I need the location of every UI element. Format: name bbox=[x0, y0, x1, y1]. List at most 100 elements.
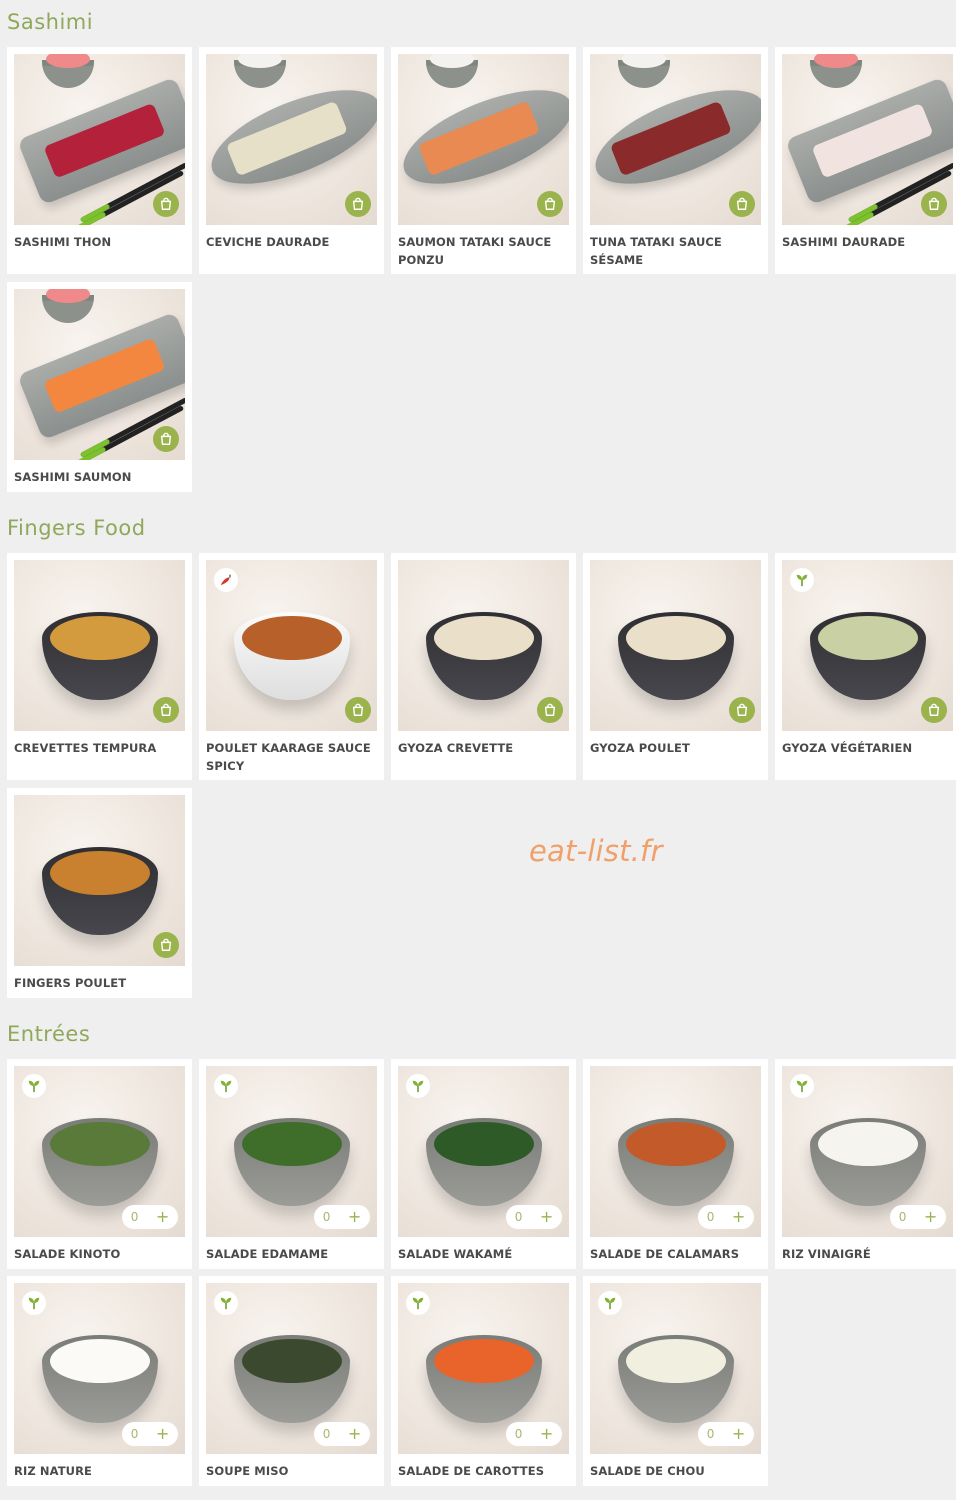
dish-photo[interactable]: 0 + bbox=[782, 1066, 953, 1237]
quantity-stepper[interactable]: 0 + bbox=[506, 1422, 562, 1446]
bag-icon[interactable] bbox=[729, 697, 755, 723]
quantity-value: 0 bbox=[322, 1210, 331, 1224]
menu-item-card[interactable]: SAUMON TATAKI SAUCE PONZU bbox=[391, 47, 576, 274]
dish-photo[interactable] bbox=[782, 560, 953, 731]
menu-item-card[interactable]: GYOZA POULET bbox=[583, 553, 768, 780]
menu-item-card[interactable]: 0 + SALADE WAKAMÉ bbox=[391, 1059, 576, 1269]
bag-icon[interactable] bbox=[537, 697, 563, 723]
leaf-icon bbox=[214, 1074, 238, 1098]
bowl-image bbox=[810, 612, 926, 700]
section-title: Fingers Food bbox=[7, 516, 146, 540]
leaf-icon bbox=[406, 1074, 430, 1098]
menu-item-card[interactable]: 0 + RIZ VINAIGRÉ bbox=[775, 1059, 956, 1269]
quantity-stepper[interactable]: 0 + bbox=[698, 1422, 754, 1446]
bowl-image bbox=[42, 847, 158, 935]
add-quantity-button[interactable]: + bbox=[540, 1426, 553, 1442]
add-quantity-button[interactable]: + bbox=[348, 1209, 361, 1225]
quantity-stepper[interactable]: 0 + bbox=[506, 1205, 562, 1229]
bowl-image bbox=[234, 1118, 350, 1206]
bowl-image bbox=[234, 612, 350, 700]
bag-icon[interactable] bbox=[729, 191, 755, 217]
bowl-image bbox=[810, 1118, 926, 1206]
bag-icon[interactable] bbox=[153, 191, 179, 217]
quantity-stepper[interactable]: 0 + bbox=[314, 1205, 370, 1229]
dish-photo[interactable] bbox=[14, 54, 185, 225]
dish-name: CEVICHE DAURADE bbox=[206, 235, 330, 249]
menu-item-card[interactable]: 0 + SALADE DE CHOU bbox=[583, 1276, 768, 1486]
quantity-stepper[interactable]: 0 + bbox=[890, 1205, 946, 1229]
dish-name: FINGERS POULET bbox=[14, 976, 127, 990]
menu-item-card[interactable]: GYOZA CREVETTE bbox=[391, 553, 576, 780]
dish-photo[interactable] bbox=[590, 560, 761, 731]
add-quantity-button[interactable]: + bbox=[732, 1426, 745, 1442]
leaf-icon bbox=[598, 1291, 622, 1315]
menu-item-card[interactable]: GYOZA VÉGÉTARIEN bbox=[775, 553, 956, 780]
menu-item-card[interactable]: SASHIMI DAURADE bbox=[775, 47, 956, 274]
dish-photo[interactable] bbox=[782, 54, 953, 225]
dish-photo[interactable]: 0 + bbox=[590, 1283, 761, 1454]
menu-item-card[interactable]: 0 + SALADE DE CALAMARS bbox=[583, 1059, 768, 1269]
dish-photo[interactable]: 0 + bbox=[206, 1066, 377, 1237]
menu-item-card[interactable]: CEVICHE DAURADE bbox=[199, 47, 384, 274]
dish-photo[interactable] bbox=[206, 54, 377, 225]
dish-photo[interactable]: 0 + bbox=[14, 1066, 185, 1237]
food-image bbox=[50, 1122, 150, 1166]
leaf-icon bbox=[406, 1291, 430, 1315]
bowl-image bbox=[42, 1118, 158, 1206]
dish-photo[interactable] bbox=[14, 795, 185, 966]
add-quantity-button[interactable]: + bbox=[540, 1209, 553, 1225]
rice-bowl-image bbox=[234, 54, 286, 88]
menu-item-card[interactable]: 0 + RIZ NATURE bbox=[7, 1276, 192, 1486]
add-quantity-button[interactable]: + bbox=[732, 1209, 745, 1225]
quantity-stepper[interactable]: 0 + bbox=[122, 1422, 178, 1446]
dish-photo[interactable]: 0 + bbox=[14, 1283, 185, 1454]
dish-photo[interactable] bbox=[14, 289, 185, 460]
menu-item-card[interactable]: CREVETTES TEMPURA bbox=[7, 553, 192, 780]
bag-icon[interactable] bbox=[153, 426, 179, 452]
bag-icon[interactable] bbox=[153, 697, 179, 723]
menu-item-card[interactable]: 0 + SALADE KINOTO bbox=[7, 1059, 192, 1269]
quantity-value: 0 bbox=[514, 1210, 523, 1224]
dish-photo[interactable]: 0 + bbox=[206, 1283, 377, 1454]
dish-name: GYOZA POULET bbox=[590, 741, 690, 755]
dish-photo[interactable]: 0 + bbox=[590, 1066, 761, 1237]
quantity-value: 0 bbox=[130, 1427, 139, 1441]
dish-photo[interactable] bbox=[398, 54, 569, 225]
quantity-stepper[interactable]: 0 + bbox=[122, 1205, 178, 1229]
quantity-stepper[interactable]: 0 + bbox=[314, 1422, 370, 1446]
bag-icon[interactable] bbox=[921, 191, 947, 217]
dish-photo[interactable] bbox=[14, 560, 185, 731]
dish-photo[interactable] bbox=[590, 54, 761, 225]
food-image bbox=[43, 102, 166, 179]
dish-photo[interactable]: 0 + bbox=[398, 1283, 569, 1454]
menu-item-card[interactable]: 0 + SALADE DE CAROTTES bbox=[391, 1276, 576, 1486]
bag-icon[interactable] bbox=[345, 697, 371, 723]
menu-item-card[interactable]: SASHIMI THON bbox=[7, 47, 192, 274]
add-quantity-button[interactable]: + bbox=[348, 1426, 361, 1442]
dish-name: SASHIMI SAUMON bbox=[14, 470, 132, 484]
add-quantity-button[interactable]: + bbox=[156, 1209, 169, 1225]
dish-photo[interactable] bbox=[398, 560, 569, 731]
food-image bbox=[417, 100, 540, 177]
bag-icon[interactable] bbox=[345, 191, 371, 217]
menu-item-card[interactable]: FINGERS POULET bbox=[7, 788, 192, 998]
menu-item-card[interactable]: 0 + SOUPE MISO bbox=[199, 1276, 384, 1486]
quantity-value: 0 bbox=[322, 1427, 331, 1441]
menu-item-card[interactable]: TUNA TATAKI SAUCE SÉSAME bbox=[583, 47, 768, 274]
quantity-value: 0 bbox=[706, 1210, 715, 1224]
menu-item-card[interactable]: SASHIMI SAUMON bbox=[7, 282, 192, 492]
bag-icon[interactable] bbox=[537, 191, 563, 217]
add-quantity-button[interactable]: + bbox=[924, 1209, 937, 1225]
bowl-image bbox=[618, 1335, 734, 1423]
add-quantity-button[interactable]: + bbox=[156, 1426, 169, 1442]
quantity-stepper[interactable]: 0 + bbox=[698, 1205, 754, 1229]
menu-item-card[interactable]: 0 + SALADE EDAMAME bbox=[199, 1059, 384, 1269]
bag-icon[interactable] bbox=[153, 932, 179, 958]
menu-item-card[interactable]: POULET KAARAGE SAUCE SPICY bbox=[199, 553, 384, 780]
bag-icon[interactable] bbox=[921, 697, 947, 723]
dish-photo[interactable] bbox=[206, 560, 377, 731]
food-image bbox=[50, 851, 150, 895]
dish-name: SASHIMI DAURADE bbox=[782, 235, 906, 249]
bowl-image bbox=[42, 612, 158, 700]
dish-photo[interactable]: 0 + bbox=[398, 1066, 569, 1237]
